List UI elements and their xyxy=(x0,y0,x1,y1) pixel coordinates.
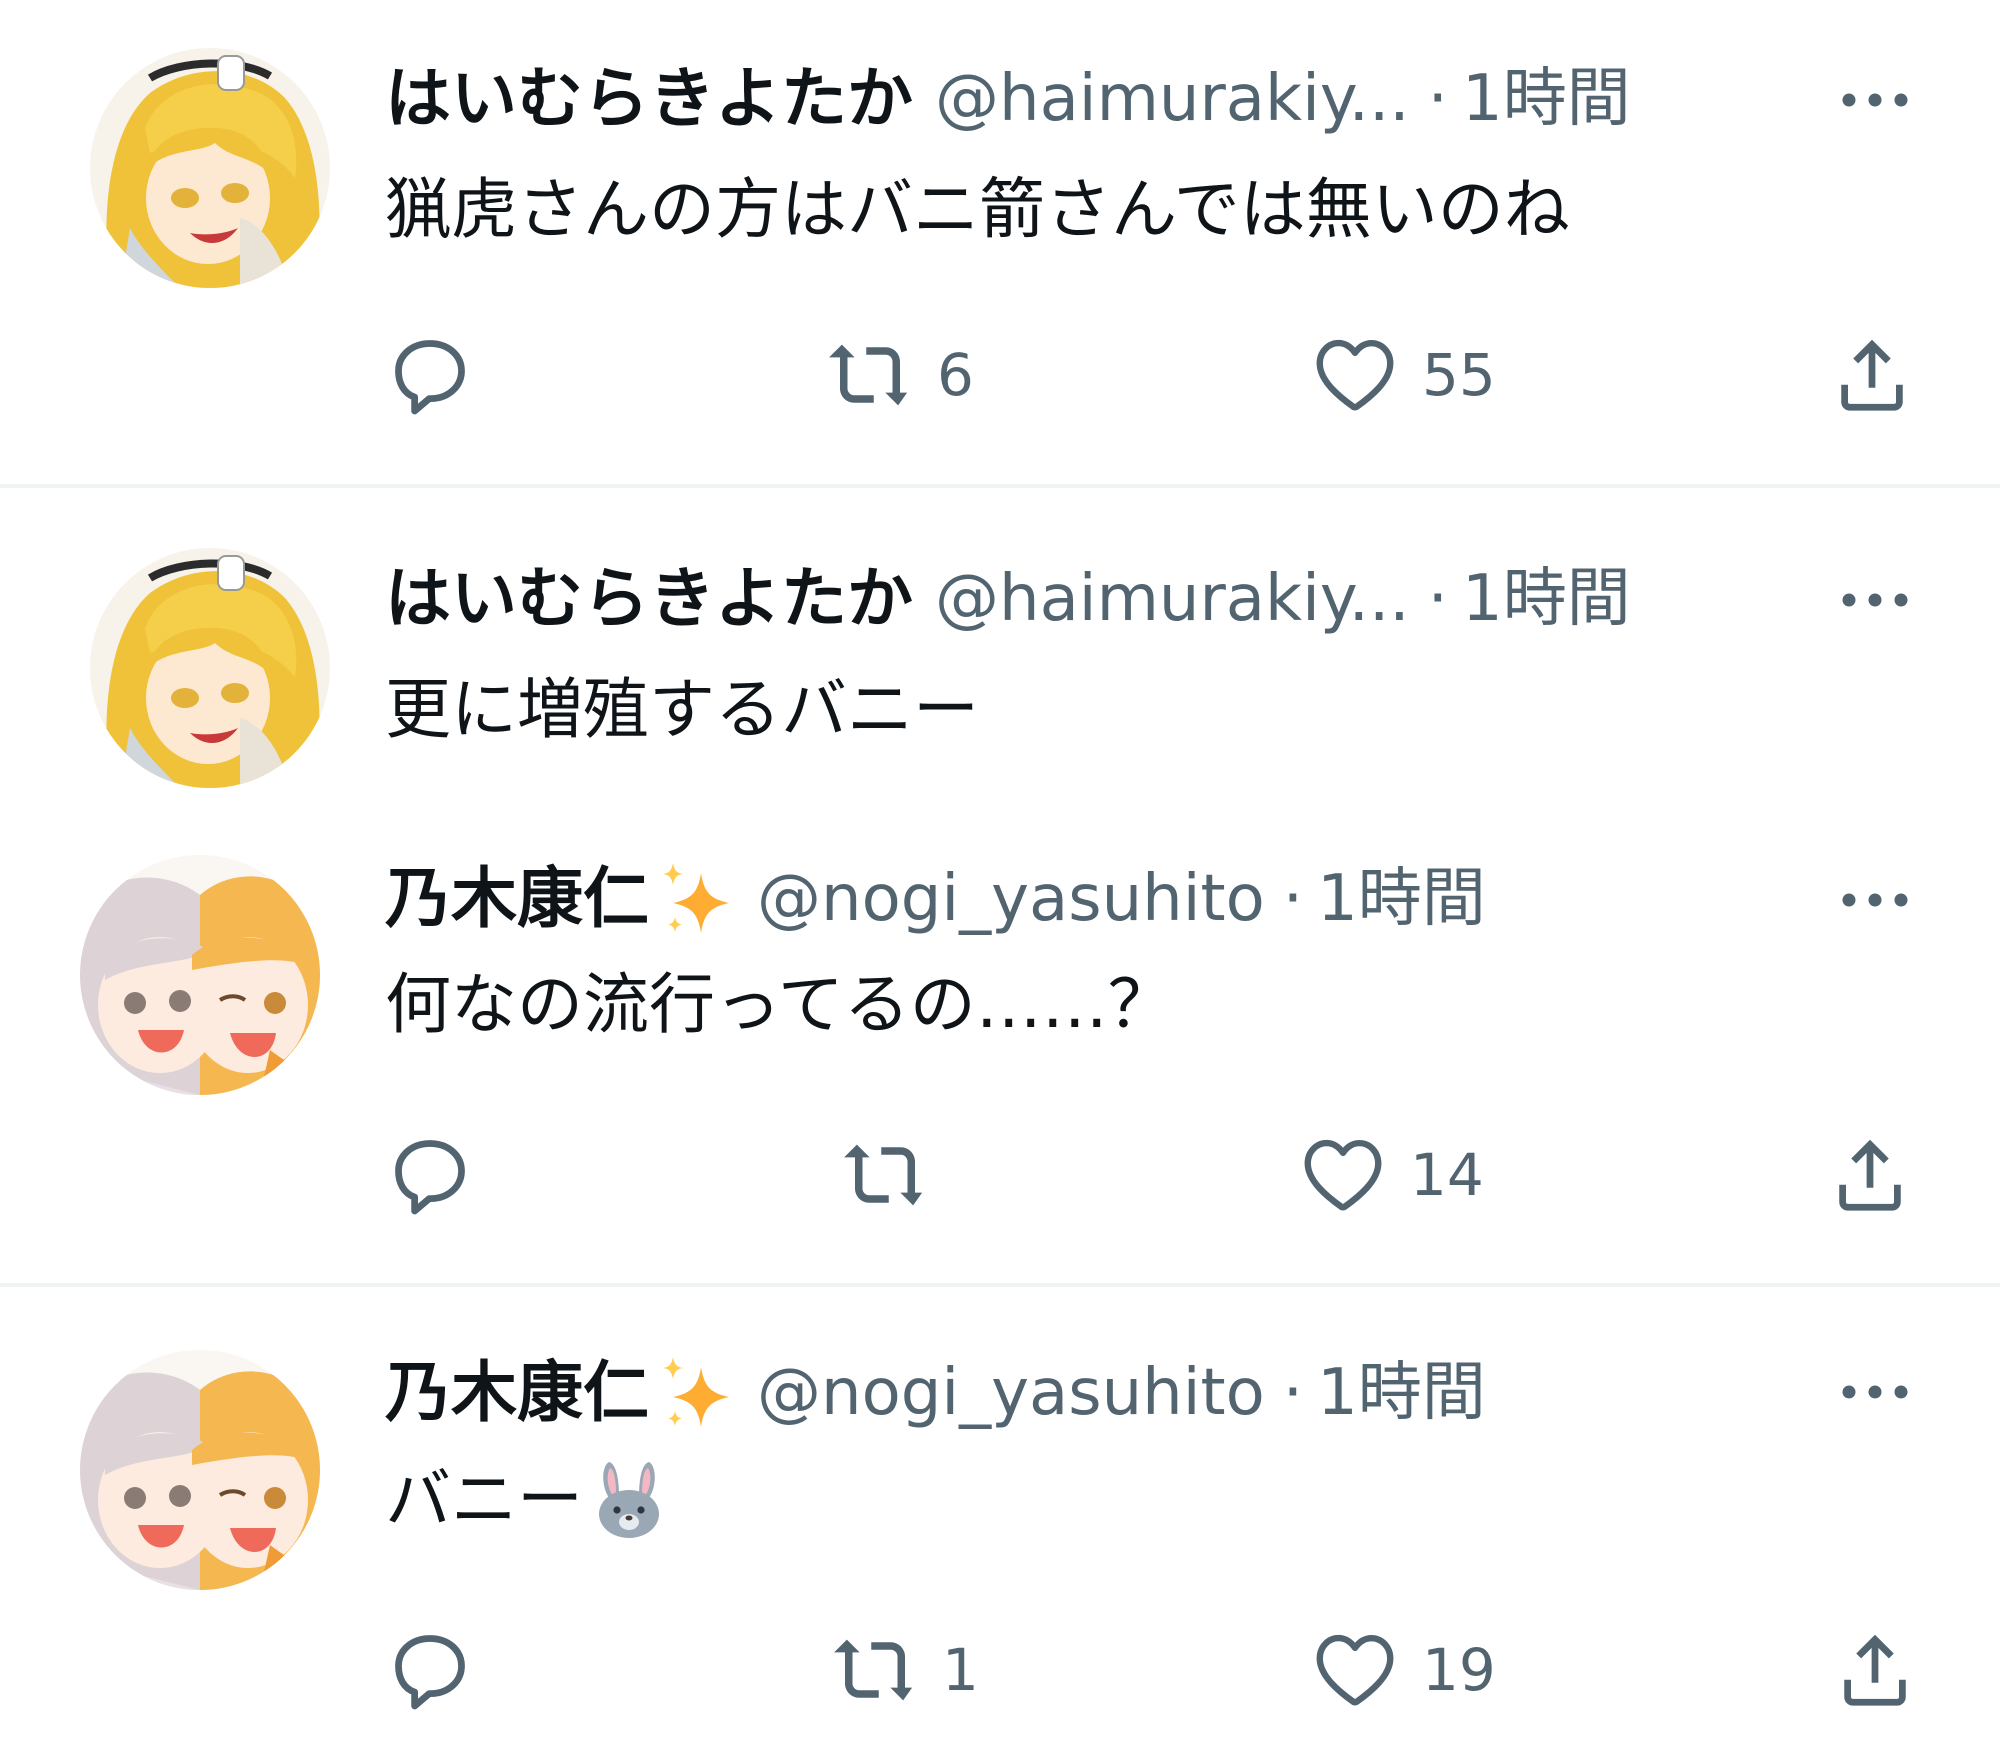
share-icon xyxy=(1827,330,1917,420)
tweet-text-row: バニー xyxy=(385,1455,671,1546)
retweet-icon xyxy=(825,330,915,420)
reply-icon xyxy=(385,1625,475,1715)
heart-icon xyxy=(1298,1130,1388,1220)
timestamp[interactable]: 1時間 xyxy=(1462,59,1631,139)
rabbit-face-icon xyxy=(587,1456,671,1540)
separator-dot: · xyxy=(1282,1355,1304,1430)
user-handle[interactable]: @haimurakiy... xyxy=(935,559,1410,639)
reply-button[interactable] xyxy=(385,330,475,420)
tweet-text: 何なの流行ってるの……？ xyxy=(385,966,1174,1043)
sparkles-icon xyxy=(655,859,735,939)
display-name[interactable]: はいむらきよたか xyxy=(385,59,913,139)
avatar[interactable] xyxy=(80,1350,320,1590)
share-icon xyxy=(1830,1625,1920,1715)
user-handle[interactable]: @haimurakiy... xyxy=(935,59,1410,139)
retweet-button[interactable] xyxy=(840,1130,952,1220)
avatar[interactable] xyxy=(90,48,330,288)
user-handle[interactable]: @nogi_yasuhito xyxy=(757,859,1265,939)
tweet-4[interactable]: 乃木康仁 @nogi_yasuhito · 1時間 バニー 1 19 xyxy=(0,1290,2000,1763)
like-count: 55 xyxy=(1422,341,1496,409)
timestamp[interactable]: 1時間 xyxy=(1317,1353,1486,1433)
tweet-divider xyxy=(0,484,2000,488)
tweet-text: 更に増殖するバニー xyxy=(385,671,979,748)
avatar[interactable] xyxy=(80,855,320,1095)
more-options-icon[interactable] xyxy=(1835,1372,1915,1412)
tweet-header: はいむらきよたか @haimurakiy... · 1時間 xyxy=(385,558,1631,638)
retweet-button[interactable]: 1 xyxy=(830,1625,979,1715)
more-options-icon[interactable] xyxy=(1835,580,1915,620)
tweet-text: 猟虎さんの方はバニ箭さんでは無いのね xyxy=(385,171,1570,248)
retweet-button[interactable]: 6 xyxy=(825,330,974,420)
user-handle[interactable]: @nogi_yasuhito xyxy=(757,1353,1265,1433)
reply-icon xyxy=(385,330,475,420)
retweet-count: 6 xyxy=(937,341,974,409)
tweet-text: バニー xyxy=(385,1461,583,1538)
tweet-3[interactable]: 乃木康仁 @nogi_yasuhito · 1時間 何なの流行ってるの……？ 14 xyxy=(0,840,2000,1285)
timestamp[interactable]: 1時間 xyxy=(1317,859,1486,939)
tweet-actions: 1 19 xyxy=(0,1625,2000,1715)
tweet-2[interactable]: はいむらきよたか @haimurakiy... · 1時間 更に増殖するバニー xyxy=(0,490,2000,820)
timestamp[interactable]: 1時間 xyxy=(1462,559,1631,639)
tweet-header: はいむらきよたか @haimurakiy... · 1時間 xyxy=(385,58,1631,138)
two-girls-avatar-icon xyxy=(80,855,320,1095)
tweet-header: 乃木康仁 @nogi_yasuhito · 1時間 xyxy=(385,858,1486,938)
blonde-girl-avatar-icon xyxy=(90,548,330,788)
retweet-count: 1 xyxy=(942,1636,979,1704)
sparkles-icon xyxy=(655,1353,735,1433)
reply-button[interactable] xyxy=(385,1130,475,1220)
tweet-1[interactable]: はいむらきよたか @haimurakiy... · 1時間 猟虎さんの方はバニ箭さんで… xyxy=(0,0,2000,486)
more-options-icon[interactable] xyxy=(1835,80,1915,120)
tweet-actions: 6 55 xyxy=(0,330,2000,420)
like-count: 14 xyxy=(1410,1141,1484,1209)
heart-icon xyxy=(1310,1625,1400,1715)
reply-button[interactable] xyxy=(385,1625,475,1715)
share-button[interactable] xyxy=(1830,1625,1920,1715)
share-button[interactable] xyxy=(1825,1130,1915,1220)
reply-icon xyxy=(385,1130,475,1220)
like-count: 19 xyxy=(1422,1636,1496,1704)
separator-dot: · xyxy=(1282,861,1304,936)
like-button[interactable]: 19 xyxy=(1310,1625,1496,1715)
two-girls-avatar-icon xyxy=(80,1350,320,1590)
tweet-divider xyxy=(0,1283,2000,1287)
display-name[interactable]: はいむらきよたか xyxy=(385,559,913,639)
avatar[interactable] xyxy=(90,548,330,788)
display-name[interactable]: 乃木康仁 xyxy=(385,1353,649,1433)
share-icon xyxy=(1825,1130,1915,1220)
like-button[interactable]: 55 xyxy=(1310,330,1496,420)
like-button[interactable]: 14 xyxy=(1298,1130,1484,1220)
retweet-icon xyxy=(840,1130,930,1220)
blonde-girl-avatar-icon xyxy=(90,48,330,288)
heart-icon xyxy=(1310,330,1400,420)
separator-dot: · xyxy=(1427,561,1448,636)
share-button[interactable] xyxy=(1827,330,1917,420)
tweet-header: 乃木康仁 @nogi_yasuhito · 1時間 xyxy=(385,1352,1486,1432)
more-options-icon[interactable] xyxy=(1835,880,1915,920)
separator-dot: · xyxy=(1427,61,1448,136)
tweet-actions: 14 xyxy=(0,1130,2000,1220)
display-name[interactable]: 乃木康仁 xyxy=(385,859,649,939)
retweet-icon xyxy=(830,1625,920,1715)
